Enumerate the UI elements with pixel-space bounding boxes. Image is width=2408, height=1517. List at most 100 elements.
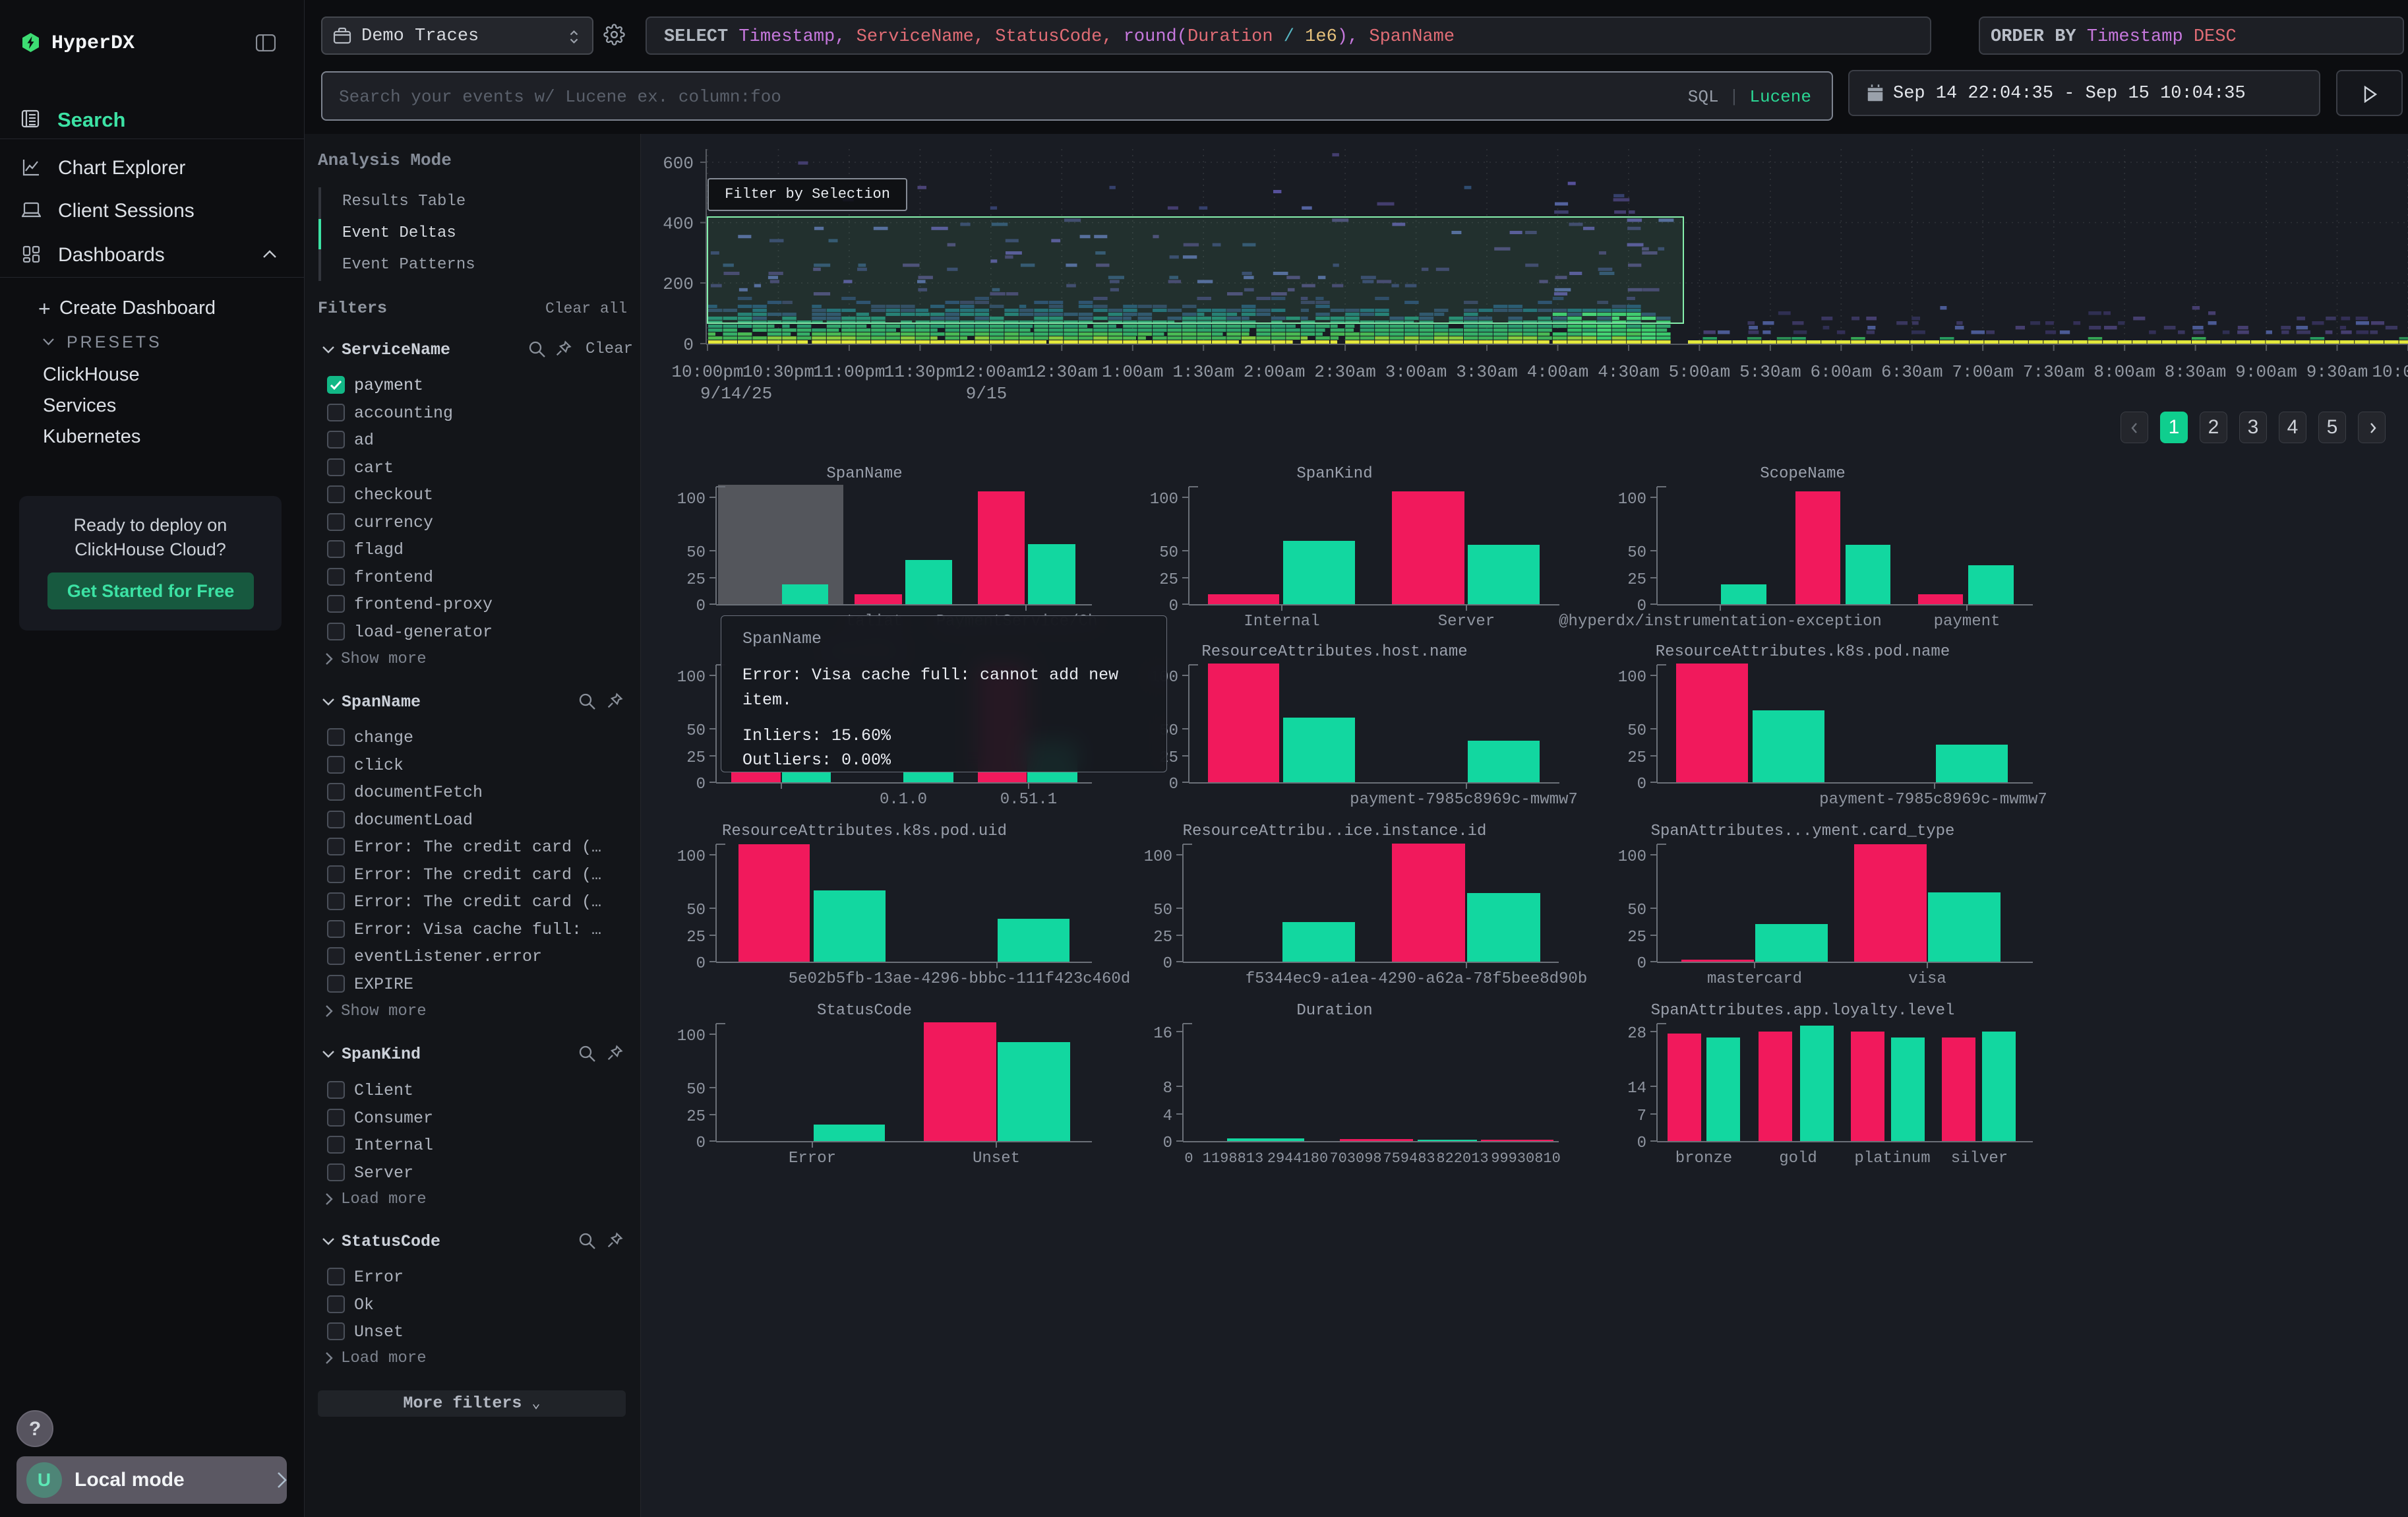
svg-text:28: 28: [1627, 1025, 1646, 1043]
svg-text:0: 0: [1169, 598, 1178, 615]
svg-text:payment-7985c8969c-mwmw7: payment-7985c8969c-mwmw7: [1350, 791, 1578, 809]
svg-text:600: 600: [663, 154, 694, 173]
svg-text:payment-7985c8969c-mwmw7: payment-7985c8969c-mwmw7: [1819, 791, 2047, 809]
svg-text:Internal: Internal: [1244, 613, 1319, 631]
svg-text:5:00am: 5:00am: [1669, 362, 1731, 382]
svg-text:25: 25: [686, 1108, 706, 1126]
svg-text:25: 25: [686, 749, 706, 767]
svg-text:3:00am: 3:00am: [1385, 362, 1447, 382]
svg-text:SpanKind: SpanKind: [1296, 465, 1372, 483]
svg-text:silver: silver: [1951, 1150, 2008, 1167]
svg-text:1198813: 1198813: [1203, 1150, 1263, 1167]
svg-text:8: 8: [1163, 1080, 1172, 1098]
svg-text:0: 0: [1637, 955, 1646, 973]
svg-text:12:30am: 12:30am: [1026, 362, 1098, 382]
svg-text:Error: Error: [789, 1150, 836, 1167]
svg-text:0: 0: [1637, 776, 1646, 793]
svg-text:50: 50: [686, 902, 706, 919]
svg-text:SpanAttributes.app.loyalty.lev: SpanAttributes.app.loyalty.level: [1651, 1002, 1955, 1020]
svg-text:200: 200: [663, 274, 694, 294]
svg-text:9:30am: 9:30am: [2306, 362, 2368, 382]
svg-text:50: 50: [1627, 544, 1646, 562]
svg-text:16: 16: [1153, 1025, 1172, 1043]
svg-text:5e02b5fb-13ae-4296-bbbc-111f42: 5e02b5fb-13ae-4296-bbbc-111f423c460d: [789, 970, 1130, 988]
svg-text:50: 50: [686, 1081, 706, 1099]
svg-text:ScopeName: ScopeName: [1760, 465, 1846, 483]
svg-text:5:30am: 5:30am: [1739, 362, 1801, 382]
svg-text:0: 0: [696, 955, 706, 973]
svg-text:7:00am: 7:00am: [1952, 362, 2014, 382]
svg-text:StatusCode: StatusCode: [817, 1002, 912, 1020]
svg-text:8:00am: 8:00am: [2093, 362, 2155, 382]
svg-text:2:00am: 2:00am: [1244, 362, 1306, 382]
svg-text:99930810: 99930810: [1491, 1150, 1561, 1167]
svg-text:9:00am: 9:00am: [2235, 362, 2297, 382]
svg-text:14: 14: [1627, 1080, 1646, 1098]
svg-text:1:00am: 1:00am: [1102, 362, 1164, 382]
svg-text:0: 0: [1163, 955, 1172, 973]
svg-text:703098: 703098: [1329, 1150, 1381, 1167]
svg-text:0: 0: [696, 776, 706, 793]
svg-text:50: 50: [686, 722, 706, 740]
svg-text:100: 100: [1150, 491, 1178, 509]
svg-text:0: 0: [1637, 1134, 1646, 1152]
svg-text:25: 25: [1627, 571, 1646, 589]
svg-text:11:00pm: 11:00pm: [813, 362, 885, 382]
svg-text:0: 0: [1163, 1134, 1172, 1152]
svg-text:0: 0: [1169, 776, 1178, 793]
svg-text:50: 50: [1627, 722, 1646, 740]
svg-text:50: 50: [686, 544, 706, 562]
svg-text:SpanAttributes...yment.card_ty: SpanAttributes...yment.card_type: [1651, 822, 1955, 840]
svg-text:25: 25: [1627, 749, 1646, 767]
svg-text:0.51.1: 0.51.1: [1000, 791, 1057, 809]
svg-text:0: 0: [696, 1134, 706, 1152]
svg-text:Unset: Unset: [973, 1150, 1020, 1167]
svg-text:visa: visa: [1908, 970, 1946, 988]
svg-text:100: 100: [1144, 848, 1172, 866]
svg-text:2:30am: 2:30am: [1314, 362, 1376, 382]
svg-text:7: 7: [1637, 1107, 1646, 1125]
svg-text:SpanName: SpanName: [826, 465, 902, 483]
svg-text:25: 25: [1627, 929, 1646, 946]
svg-text:10:30pm: 10:30pm: [742, 362, 814, 382]
svg-text:Duration: Duration: [1296, 1002, 1372, 1020]
svg-text:10:00pm: 10:00pm: [671, 362, 743, 382]
svg-text:6:30am: 6:30am: [1881, 362, 1943, 382]
svg-text:payment: payment: [1934, 613, 2001, 631]
svg-text:100: 100: [677, 491, 706, 509]
svg-text:25: 25: [1153, 929, 1172, 946]
svg-text:gold: gold: [1779, 1150, 1817, 1167]
svg-text:100: 100: [1618, 848, 1646, 866]
svg-text:mastercard: mastercard: [1707, 970, 1802, 988]
svg-text:10:00am: 10:00am: [2372, 362, 2408, 382]
svg-text:0: 0: [696, 598, 706, 615]
svg-text:9/14/25: 9/14/25: [700, 384, 772, 404]
svg-text:822013: 822013: [1436, 1150, 1488, 1167]
svg-text:9/15: 9/15: [966, 384, 1007, 404]
svg-text:f5344ec9-a1ea-4290-a62a-78f5be: f5344ec9-a1ea-4290-a62a-78f5bee8d90b: [1246, 970, 1587, 988]
svg-text:@hyperdx/instrumentation-excep: @hyperdx/instrumentation-exception: [1559, 613, 1882, 631]
svg-text:7:30am: 7:30am: [2023, 362, 2085, 382]
svg-text:3:30am: 3:30am: [1456, 362, 1518, 382]
svg-text:0: 0: [683, 335, 694, 355]
svg-text:11:30pm: 11:30pm: [884, 362, 956, 382]
svg-text:1:30am: 1:30am: [1172, 362, 1234, 382]
svg-text:bronze: bronze: [1675, 1150, 1732, 1167]
svg-text:ResourceAttributes.k8s.pod.nam: ResourceAttributes.k8s.pod.name: [1656, 643, 1950, 661]
svg-text:25: 25: [686, 929, 706, 946]
svg-text:400: 400: [663, 214, 694, 234]
svg-text:25: 25: [686, 571, 706, 589]
svg-text:0: 0: [1184, 1150, 1193, 1167]
svg-text:100: 100: [677, 1028, 706, 1045]
svg-text:50: 50: [1627, 902, 1646, 919]
svg-text:2944180: 2944180: [1267, 1150, 1328, 1167]
svg-text:0.1.0: 0.1.0: [880, 791, 927, 809]
svg-text:50: 50: [1159, 544, 1178, 562]
svg-text:4:00am: 4:00am: [1527, 362, 1589, 382]
svg-text:4: 4: [1163, 1107, 1172, 1125]
svg-text:ResourceAttribu..ice.instance.: ResourceAttribu..ice.instance.id: [1183, 822, 1487, 840]
svg-text:8:30am: 8:30am: [2165, 362, 2227, 382]
svg-text:6:00am: 6:00am: [1810, 362, 1872, 382]
svg-text:ResourceAttributes.host.name: ResourceAttributes.host.name: [1201, 643, 1467, 661]
svg-text:759483: 759483: [1383, 1150, 1435, 1167]
